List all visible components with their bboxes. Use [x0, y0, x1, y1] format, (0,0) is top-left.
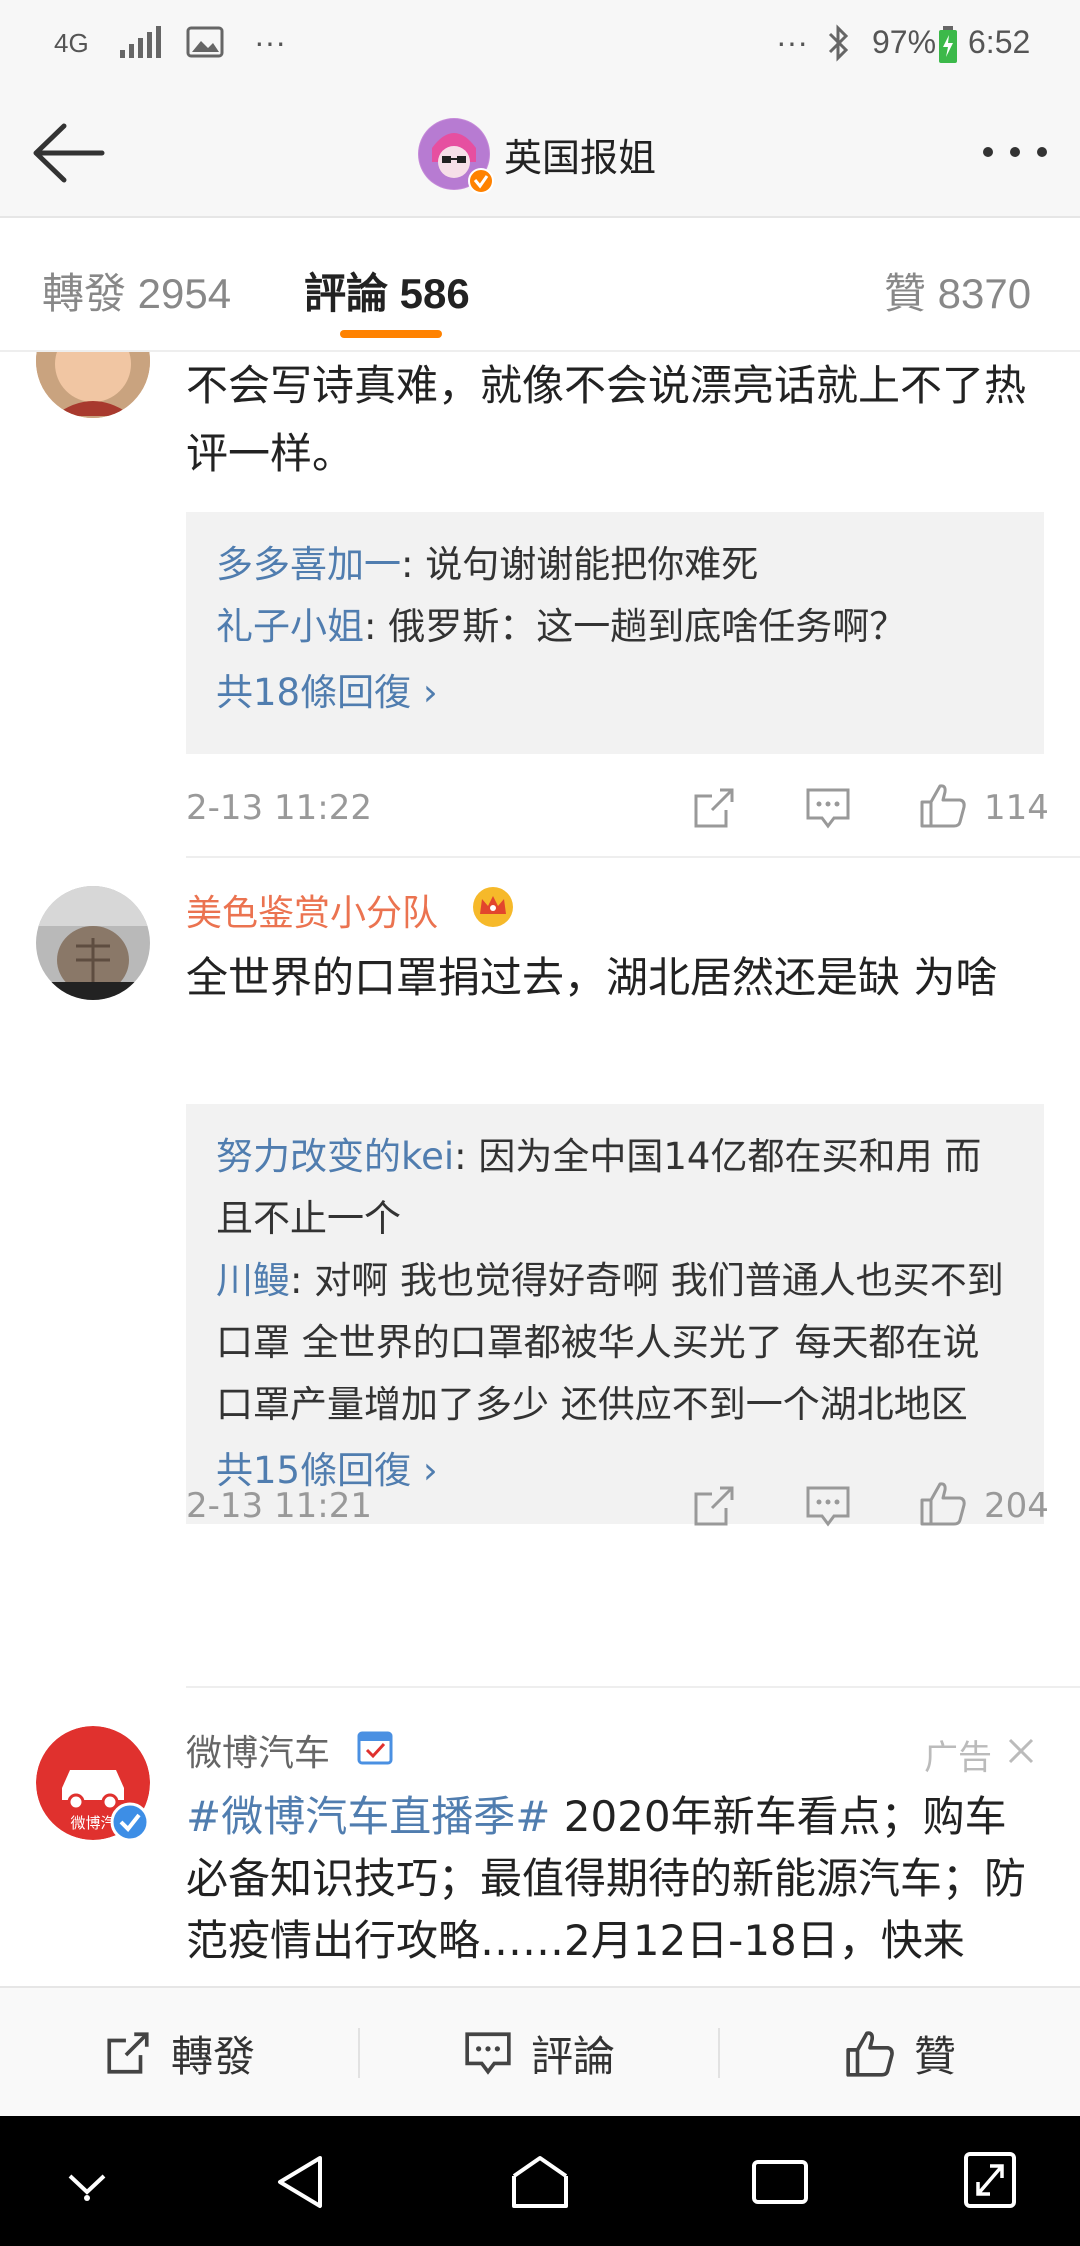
reply-line: 努力改变的kei: 因为全中国14亿都在买和用 而且不止一个	[216, 1135, 982, 1240]
like-thumb-icon[interactable]	[918, 1478, 968, 1528]
reply-preview-box[interactable]: 多多喜加一: 说句谢谢能把你难死 礼子小姐: 俄罗斯：这一趟到底啥任务啊？ 共1…	[186, 512, 1044, 754]
ad-label: 广告	[924, 1738, 992, 1778]
battery-percent: 97%	[872, 24, 937, 60]
verified-blue-icon	[110, 1802, 150, 1842]
calendar-check-icon	[357, 1731, 393, 1765]
status-more-right: ···	[776, 24, 808, 60]
bottom-action-bar: 轉發 評論 贊	[0, 1986, 1080, 2116]
like-thumb-icon	[846, 2031, 894, 2077]
header-title: 英国报姐	[504, 135, 657, 180]
back-arrow-icon[interactable]	[28, 118, 108, 188]
reply-author[interactable]: 川鳗	[216, 1259, 290, 1302]
reply-line: 礼子小姐: 俄罗斯：这一趟到底啥任务啊？	[216, 605, 907, 648]
like-label: 贊	[913, 2031, 956, 2081]
tab-comments[interactable]: 評論 586	[304, 260, 470, 321]
top-nav-bar: 英国报姐	[0, 90, 1080, 218]
avatar[interactable]	[36, 352, 150, 418]
image-icon	[186, 26, 224, 58]
svg-text:微博汽: 微博汽	[70, 1814, 115, 1832]
ad-username[interactable]: 微博汽车	[186, 1724, 330, 1776]
reply-preview-box[interactable]: 努力改变的kei: 因为全中国14亿都在买和用 而且不止一个 川鳗: 对啊 我也…	[186, 1104, 1044, 1524]
comment-text: 不会写诗真难，就像不会说漂亮话就上不了热评一样。	[186, 361, 1027, 478]
tab-bar: 轉發 2954 評論 586 贊 8370	[0, 218, 1080, 352]
comment-timestamp: 2-13 11:21	[186, 1486, 372, 1526]
signal-icon	[120, 26, 161, 58]
reply-author[interactable]: 努力改变的kei	[216, 1135, 454, 1178]
hashtag-link[interactable]: #微博汽车直播季#	[186, 1792, 550, 1841]
crown-badge-icon[interactable]	[472, 886, 514, 928]
divider	[186, 1686, 1080, 1688]
reply-author[interactable]: 多多喜加一	[216, 543, 401, 586]
home-nav-icon[interactable]	[508, 2152, 572, 2212]
like-count: 204	[984, 1486, 1049, 1526]
share-icon[interactable]	[690, 1482, 738, 1530]
comment-timestamp: 2-13 11:22	[186, 788, 372, 828]
bluetooth-icon	[828, 24, 849, 62]
recent-apps-icon[interactable]	[750, 2156, 810, 2208]
divider	[186, 856, 1080, 858]
view-all-replies-link[interactable]: 共18條回復 ›	[216, 662, 1014, 724]
share-icon	[107, 2032, 149, 2074]
comment-icon[interactable]	[804, 784, 852, 832]
repost-label: 轉發	[170, 2031, 255, 2081]
comment-icon	[465, 2032, 511, 2075]
photo-avatar-icon	[36, 886, 150, 1000]
network-type: 4G	[54, 28, 89, 58]
battery-icon	[939, 26, 957, 63]
comment-feed[interactable]: 不会写诗真难，就像不会说漂亮话就上不了热评一样。 多多喜加一: 说句谢谢能把你难…	[0, 352, 1080, 1986]
avatar[interactable]	[36, 886, 150, 1000]
reply-line: 多多喜加一: 说句谢谢能把你难死	[216, 543, 759, 586]
clock: 6:52	[968, 24, 1031, 60]
baby-avatar-icon	[36, 352, 150, 418]
active-tab-indicator	[340, 330, 442, 338]
status-more-left: ···	[254, 24, 286, 60]
close-icon[interactable]	[1006, 1736, 1036, 1766]
share-icon[interactable]	[690, 784, 738, 832]
comment-label: 評論	[530, 2031, 615, 2081]
comment-username[interactable]: 美色鉴赏小分队	[186, 884, 438, 936]
like-count: 114	[984, 788, 1049, 828]
tab-reposts[interactable]: 轉發 2954	[42, 260, 231, 321]
like-thumb-icon[interactable]	[918, 780, 968, 830]
hide-keyboard-icon[interactable]	[62, 2166, 112, 2202]
comment-button[interactable]: 評論	[360, 1988, 718, 2118]
ad-text: #微博汽车直播季# 2020年新车看点；购车必备知识技巧；最值得期待的新能源汽车…	[186, 1792, 1027, 1965]
comment-text: 全世界的口罩捐过去，湖北居然还是缺 为啥	[186, 953, 998, 1002]
header-account[interactable]: 英国报姐	[418, 116, 657, 194]
system-nav-bar	[0, 2116, 1080, 2246]
comment-icon[interactable]	[804, 1482, 852, 1530]
reply-line: 川鳗: 对啊 我也觉得好奇啊 我们普通人也买不到口罩 全世界的口罩都被华人买光了…	[216, 1259, 1004, 1426]
repost-button[interactable]: 轉發	[0, 1988, 358, 2118]
reply-author[interactable]: 礼子小姐	[216, 605, 364, 648]
more-options-icon[interactable]	[980, 132, 1050, 172]
expand-icon[interactable]	[962, 2150, 1018, 2210]
header-avatar	[418, 118, 494, 194]
back-nav-icon[interactable]	[272, 2152, 328, 2212]
status-bar: 4G ··· ··· 97% 6:52	[0, 0, 1080, 90]
tab-likes[interactable]: 贊 8370	[884, 260, 1031, 321]
verified-orange-icon	[468, 168, 494, 194]
like-button[interactable]: 贊	[720, 1988, 1080, 2118]
